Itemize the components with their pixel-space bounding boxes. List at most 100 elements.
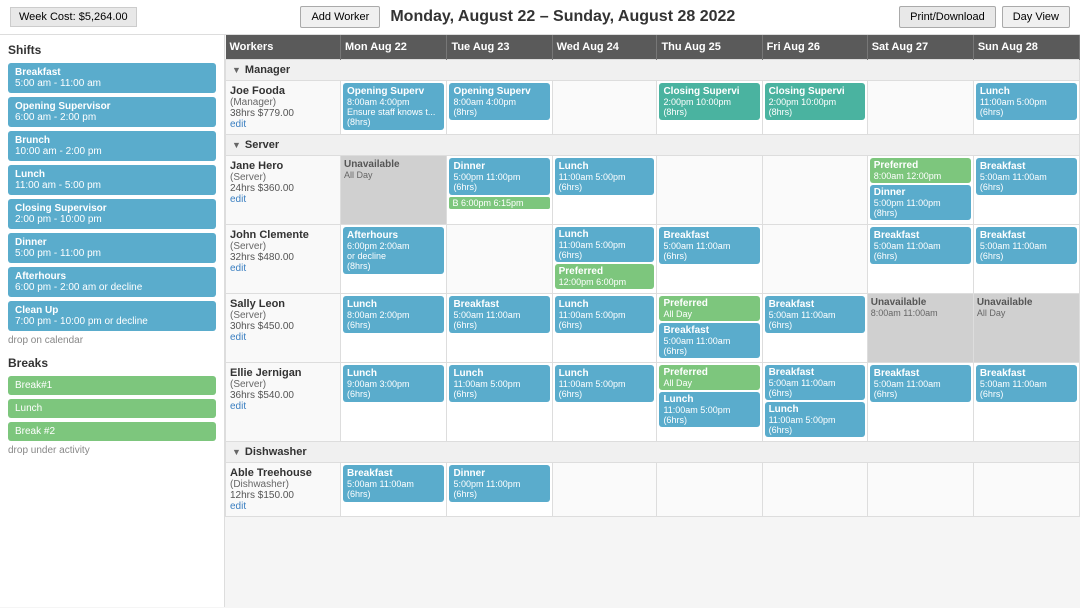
worker-role: (Server) xyxy=(230,172,336,183)
sidebar-shift-item[interactable]: Breakfast5:00 am - 11:00 am xyxy=(8,63,216,93)
unavailable-cell: Unavailable All Day xyxy=(973,294,1079,363)
worker-hours: 30hrs $450.00 xyxy=(230,321,336,332)
unavailable-cell: Unavailable All Day xyxy=(340,156,446,225)
worker-hours: 12hrs $150.00 xyxy=(230,490,336,501)
shift-cell: Closing Supervi 2:00pm 10:00pm (8hrs) xyxy=(657,81,762,135)
section-name: Manager xyxy=(245,64,290,76)
header-tue: Tue Aug 23 xyxy=(447,35,552,60)
shift-cell: Lunch 9:00am 3:00pm (6hrs) xyxy=(340,363,446,442)
sidebar-shift-item[interactable]: Opening Supervisor6:00 am - 2:00 pm xyxy=(8,97,216,127)
shift-cell: Lunch 11:00am 5:00pm (6hrs) xyxy=(552,294,657,363)
empty-day-cell xyxy=(867,81,973,135)
shift-cell: Breakfast 5:00am 11:00am (6hrs) xyxy=(340,463,446,517)
worker-row: Able Treehouse (Dishwasher) 12hrs $150.0… xyxy=(226,463,1080,517)
worker-row: Sally Leon (Server) 30hrs $450.00 edit L… xyxy=(226,294,1080,363)
sidebar-shift-item[interactable]: Dinner5:00 pm - 11:00 pm xyxy=(8,233,216,263)
shift-cell: Breakfast 5:00am 11:00am (6hrs) xyxy=(447,294,552,363)
print-download-button[interactable]: Print/Download xyxy=(899,6,996,28)
main-layout: Shifts Breakfast5:00 am - 11:00 am Openin… xyxy=(0,35,1080,607)
worker-edit-link[interactable]: edit xyxy=(230,119,336,130)
section-name: Dishwasher xyxy=(245,446,307,458)
calendar: Workers Mon Aug 22 Tue Aug 23 Wed Aug 24… xyxy=(225,35,1080,607)
sidebar-break-item[interactable]: Break #2 xyxy=(8,422,216,441)
breaks-section: Breaks Break#1LunchBreak #2 drop under a… xyxy=(8,356,216,456)
worker-name: Joe Fooda xyxy=(230,85,336,97)
worker-info-cell: Joe Fooda (Manager) 38hrs $779.00 edit xyxy=(226,81,341,135)
schedule-body: ▼ Manager Joe Fooda (Manager) 38hrs $779… xyxy=(226,60,1080,517)
add-worker-button[interactable]: Add Worker xyxy=(300,6,380,28)
sidebar-break-item[interactable]: Lunch xyxy=(8,399,216,418)
worker-name: John Clemente xyxy=(230,229,336,241)
collapse-triangle[interactable]: ▼ xyxy=(232,447,241,457)
worker-hours: 36hrs $540.00 xyxy=(230,390,336,401)
sidebar-shift-item[interactable]: Brunch10:00 am - 2:00 pm xyxy=(8,131,216,161)
breaks-list: Break#1 Lunch Break #2 xyxy=(8,376,216,441)
shift-cell: Lunch 11:00am 5:00pm (6hrs) xyxy=(447,363,552,442)
shift-cell: Breakfast 5:00am 11:00am (6hrs) xyxy=(867,363,973,442)
empty-day-cell xyxy=(552,81,657,135)
section-header[interactable]: ▼ Server xyxy=(226,135,1080,156)
sidebar-break-item[interactable]: Break#1 xyxy=(8,376,216,395)
empty-day-cell xyxy=(762,156,867,225)
shifts-title: Shifts xyxy=(8,43,216,57)
empty-day-cell xyxy=(973,463,1079,517)
shift-cell: Opening Superv 8:00am 4:00pm Ensure staf… xyxy=(340,81,446,135)
worker-hours: 32hrs $480.00 xyxy=(230,252,336,263)
worker-edit-link[interactable]: edit xyxy=(230,501,336,512)
collapse-triangle[interactable]: ▼ xyxy=(232,65,241,75)
section-header-row: ▼ Dishwasher xyxy=(226,442,1080,463)
empty-day-cell xyxy=(447,225,552,294)
multi-shift-cell: Preferred All Day Lunch 11:00am 5:00pm (… xyxy=(657,363,762,442)
shift-cell: Opening Superv 8:00am 4:00pm (8hrs) xyxy=(447,81,552,135)
day-view-button[interactable]: Day View xyxy=(1002,6,1070,28)
header-fri: Fri Aug 26 xyxy=(762,35,867,60)
section-header[interactable]: ▼ Manager xyxy=(226,60,1080,81)
section-header[interactable]: ▼ Dishwasher xyxy=(226,442,1080,463)
header-wed: Wed Aug 24 xyxy=(552,35,657,60)
worker-name: Jane Hero xyxy=(230,160,336,172)
worker-info-cell: Sally Leon (Server) 30hrs $450.00 edit xyxy=(226,294,341,363)
sidebar-shift-item[interactable]: Lunch11:00 am - 5:00 pm xyxy=(8,165,216,195)
header-sat: Sat Aug 27 xyxy=(867,35,973,60)
shift-cell: Breakfast 5:00am 11:00am (6hrs) xyxy=(657,225,762,294)
worker-hours: 24hrs $360.00 xyxy=(230,183,336,194)
sidebar: Shifts Breakfast5:00 am - 11:00 am Openin… xyxy=(0,35,225,607)
collapse-triangle[interactable]: ▼ xyxy=(232,140,241,150)
worker-row: Jane Hero (Server) 24hrs $360.00 edit Un… xyxy=(226,156,1080,225)
empty-day-cell xyxy=(867,463,973,517)
worker-name: Sally Leon xyxy=(230,298,336,310)
unavailable-cell: Unavailable 8:00am 11:00am xyxy=(867,294,973,363)
worker-edit-link[interactable]: edit xyxy=(230,401,336,412)
shift-cell: Lunch 8:00am 2:00pm (6hrs) xyxy=(340,294,446,363)
worker-info-cell: John Clemente (Server) 32hrs $480.00 edi… xyxy=(226,225,341,294)
sidebar-shift-item[interactable]: Closing Supervisor2:00 pm - 10:00 pm xyxy=(8,199,216,229)
shift-cell: Breakfast 5:00am 11:00am (6hrs) xyxy=(973,225,1079,294)
breaks-title: Breaks xyxy=(8,356,216,370)
worker-role: (Manager) xyxy=(230,97,336,108)
shifts-list: Breakfast5:00 am - 11:00 am Opening Super… xyxy=(8,63,216,331)
right-buttons: Print/Download Day View xyxy=(899,6,1070,28)
worker-info-cell: Jane Hero (Server) 24hrs $360.00 edit xyxy=(226,156,341,225)
week-cost: Week Cost: $5,264.00 xyxy=(10,7,137,27)
shift-cell: Breakfast 5:00am 11:00am (6hrs) xyxy=(973,156,1079,225)
worker-info-cell: Ellie Jernigan (Server) 36hrs $540.00 ed… xyxy=(226,363,341,442)
shift-cell: Lunch 11:00am 5:00pm (6hrs) xyxy=(973,81,1079,135)
shift-cell: Breakfast 5:00am 11:00am (6hrs) xyxy=(867,225,973,294)
section-header-row: ▼ Manager xyxy=(226,60,1080,81)
worker-edit-link[interactable]: edit xyxy=(230,194,336,205)
workers-header: Workers xyxy=(226,35,341,60)
section-header-row: ▼ Server xyxy=(226,135,1080,156)
shift-cell: Dinner 5:00pm 11:00pm (6hrs) B 6:00pm 6:… xyxy=(447,156,552,225)
multi-shift-cell: Breakfast 5:00am 11:00am (6hrs) Lunch 11… xyxy=(762,363,867,442)
worker-edit-link[interactable]: edit xyxy=(230,332,336,343)
empty-day-cell xyxy=(657,156,762,225)
sidebar-shift-item[interactable]: Afterhours6:00 pm - 2:00 am or decline xyxy=(8,267,216,297)
shift-cell: Lunch 11:00am 5:00pm (6hrs) xyxy=(552,156,657,225)
shift-cell: Closing Supervi 2:00pm 10:00pm (8hrs) xyxy=(762,81,867,135)
shift-cell: Lunch 11:00am 5:00pm (6hrs) xyxy=(552,363,657,442)
drop-on-calendar: drop on calendar xyxy=(8,335,216,346)
worker-name: Able Treehouse xyxy=(230,467,336,479)
worker-edit-link[interactable]: edit xyxy=(230,263,336,274)
worker-role: (Dishwasher) xyxy=(230,479,336,490)
sidebar-shift-item[interactable]: Clean Up7:00 pm - 10:00 pm or decline xyxy=(8,301,216,331)
